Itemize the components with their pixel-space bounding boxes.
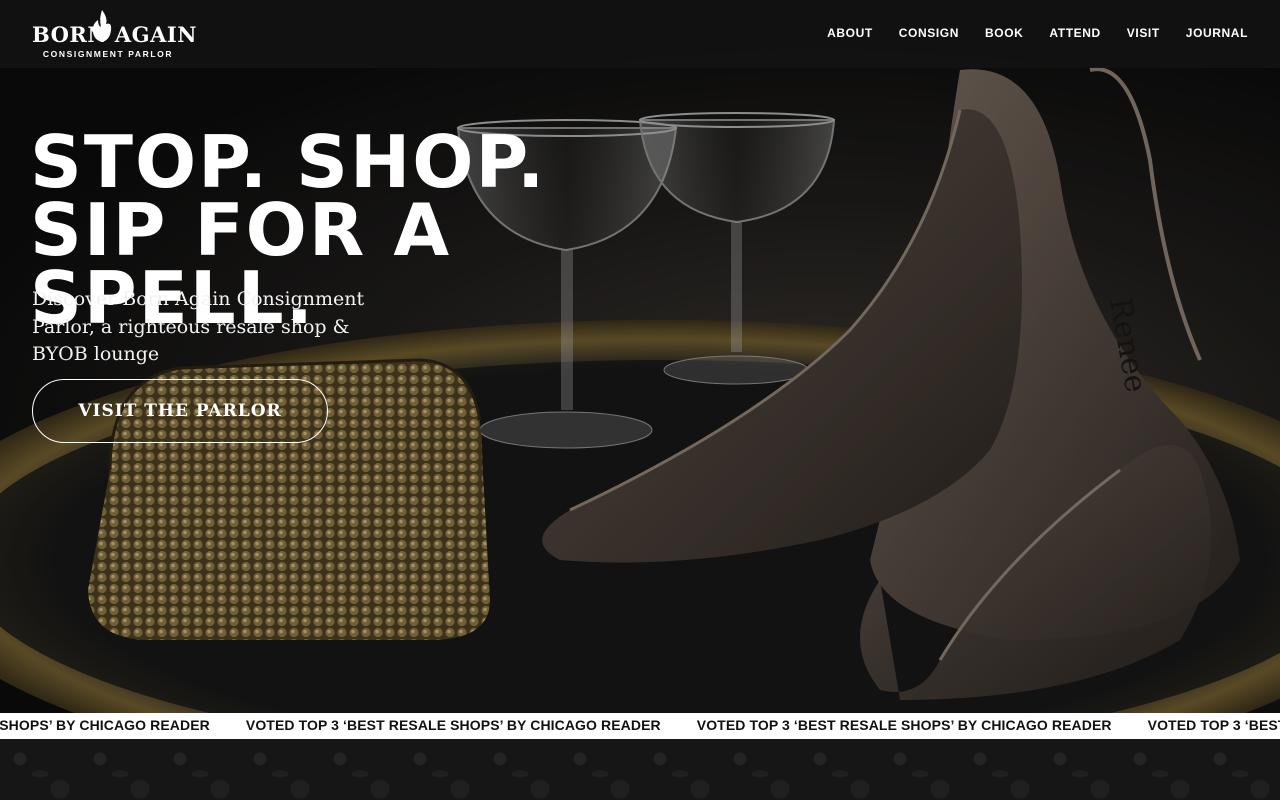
logo-subtitle: CONSIGNMENT PARLOR — [42, 49, 174, 59]
ticker-item: VOTED TOP 3 ‘BEST RESALE SHOPS’ BY CHICA… — [245, 717, 661, 733]
ticker-item: VOTED TOP 3 ‘BEST RESALE SHOPS’ BY CHICA… — [0, 717, 210, 733]
logo-wordmark: BORN AGAIN — [32, 22, 197, 47]
ticker-item: VOTED TOP 3 ‘BEST RESALE SHOPS’ BY CHICA… — [696, 717, 1112, 733]
damask-pattern-strip — [0, 739, 1280, 800]
press-ticker: VOTED TOP 3 ‘BEST RESALE SHOPS’ BY CHICA… — [0, 713, 1280, 739]
nav-item-attend[interactable]: ATTEND — [1049, 26, 1100, 40]
nav-item-about[interactable]: ABOUT — [827, 26, 873, 40]
primary-nav: ABOUT CONSIGN BOOK ATTEND VISIT JOURNAL — [801, 26, 1248, 40]
visit-parlor-button[interactable]: VISIT THE PARLOR — [32, 379, 328, 443]
site-header: BORN AGAIN CONSIGNMENT PARLOR ABOUT CONS… — [0, 0, 1280, 68]
nav-item-book[interactable]: BOOK — [985, 26, 1023, 40]
ticker-item: VOTED TOP 3 ‘BEST RESALE SHOPS’ BY CHICA… — [1147, 717, 1280, 733]
site-logo[interactable]: BORN AGAIN CONSIGNMENT PARLOR — [32, 8, 197, 62]
nav-item-consign[interactable]: CONSIGN — [899, 26, 959, 40]
headline-line-1: STOP. SHOP. — [30, 120, 547, 204]
nav-item-visit[interactable]: VISIT — [1127, 26, 1160, 40]
hero-tagline: Discover Born Again Consignment Parlor, … — [32, 288, 365, 365]
nav-item-journal[interactable]: JOURNAL — [1186, 26, 1248, 40]
ticker-track: VOTED TOP 3 ‘BEST RESALE SHOPS’ BY CHICA… — [0, 717, 1280, 733]
